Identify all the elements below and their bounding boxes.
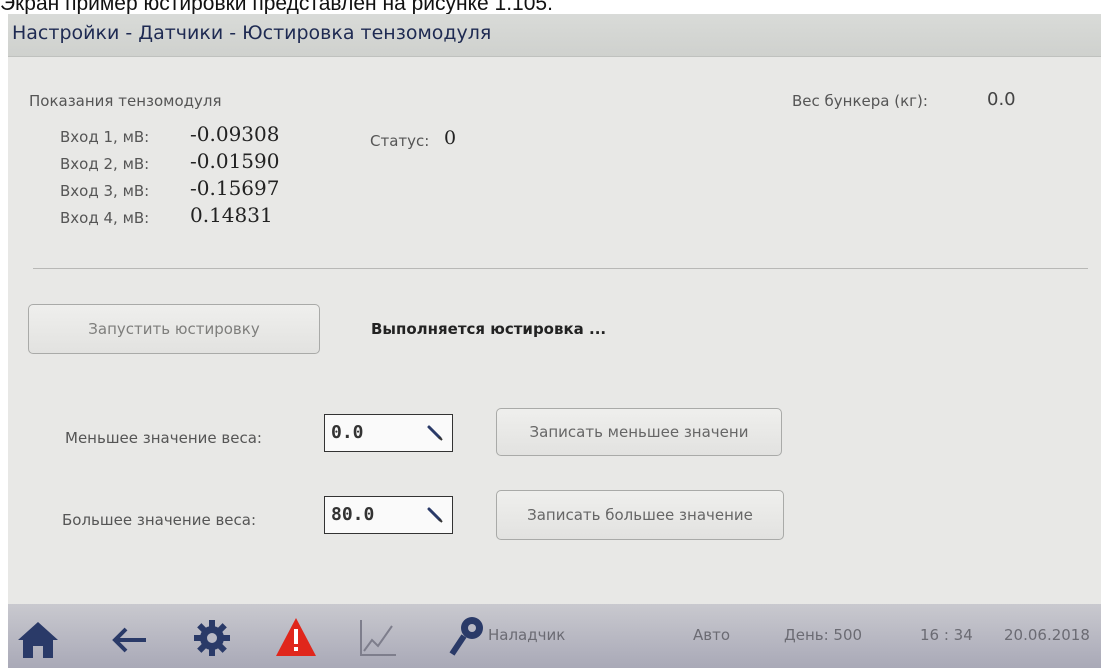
user-role-label: Наладчик <box>488 626 566 644</box>
input-1-label: Вход 1, мВ: <box>60 128 150 146</box>
bunker-weight-value: 0.0 <box>987 89 1016 110</box>
status-label: Статус: <box>370 132 430 150</box>
clock-time: 16 : 34 <box>920 626 973 644</box>
key-icon[interactable] <box>448 614 486 658</box>
pencil-icon <box>427 507 443 523</box>
home-icon[interactable] <box>16 620 60 660</box>
input-2-label: Вход 2, мВ: <box>60 155 150 173</box>
bunker-weight-label: Вес бункера (кг): <box>792 92 928 110</box>
day-counter: День: 500 <box>784 626 863 644</box>
section-divider <box>33 268 1088 269</box>
input-4-value: 0.14831 <box>190 203 273 227</box>
document-caption: Экран пример юстировки представлен на ри… <box>0 0 553 14</box>
chart-icon[interactable] <box>358 618 398 658</box>
clock-date: 20.06.2018 <box>1004 626 1090 644</box>
warning-icon[interactable] <box>274 616 318 658</box>
mode-label: Авто <box>693 626 731 644</box>
back-arrow-icon[interactable] <box>110 624 150 656</box>
upper-weight-label: Большее значение веса: <box>62 511 257 529</box>
write-upper-value-button[interactable]: Записать большее значение <box>496 490 784 540</box>
write-lower-value-button[interactable]: Записать меньшее значени <box>496 408 782 456</box>
status-value: 0 <box>444 127 457 149</box>
input-4-label: Вход 4, мВ: <box>60 209 150 227</box>
gear-icon[interactable] <box>192 618 232 658</box>
input-3-label: Вход 3, мВ: <box>60 182 150 200</box>
title-bar: Настройки - Датчики - Юстировка тензомод… <box>8 14 1101 57</box>
calibration-status-text: Выполняется юстировка ... <box>371 320 607 338</box>
input-3-value: -0.15697 <box>190 176 280 200</box>
readings-section-label: Показания тензомодуля <box>29 92 222 110</box>
pencil-icon <box>427 425 443 441</box>
page-title: Настройки - Датчики - Юстировка тензомод… <box>12 22 492 44</box>
lower-weight-label: Меньшее значение веса: <box>65 429 262 447</box>
upper-weight-value: 80.0 <box>331 504 375 525</box>
input-1-value: -0.09308 <box>190 122 280 146</box>
bottom-navigation-bar: Наладчик Авто День: 500 16 : 34 20.06.20… <box>8 604 1101 668</box>
start-calibration-button[interactable]: Запустить юстировку <box>28 304 320 354</box>
lower-weight-field[interactable]: 0.0 <box>324 414 453 452</box>
input-2-value: -0.01590 <box>190 149 280 173</box>
hmi-screen: Настройки - Датчики - Юстировка тензомод… <box>8 14 1101 668</box>
lower-weight-value: 0.0 <box>331 422 364 443</box>
upper-weight-field[interactable]: 80.0 <box>324 496 453 534</box>
